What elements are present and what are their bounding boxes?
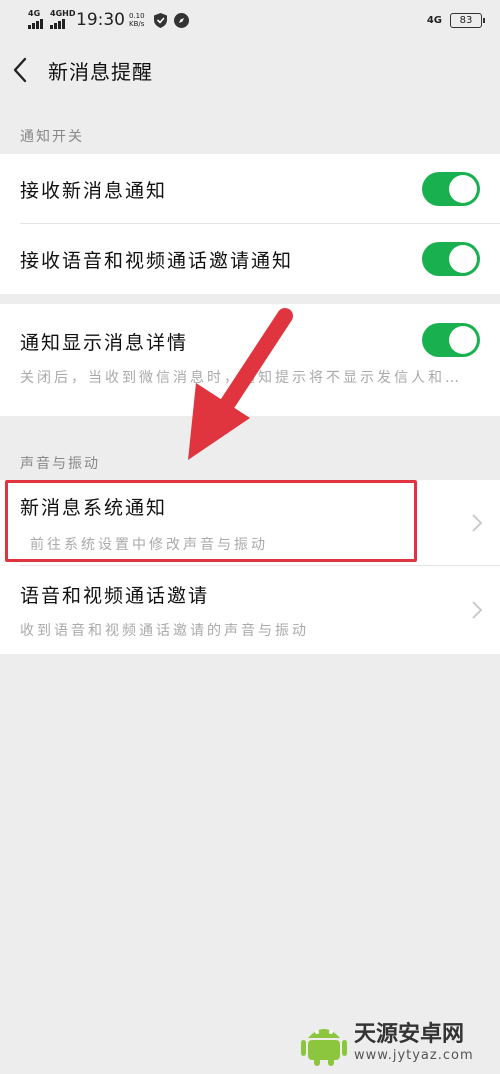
list-item-system-notification[interactable]: 新消息系统通知 前往系统设置中修改声音与振动 [0, 480, 500, 566]
speed-unit: KB/s [129, 20, 145, 28]
watermark-name: 天源安卓网 [354, 1021, 465, 1047]
speed-value: 0.10 [129, 12, 145, 20]
sim2-network-label: 4GHD [50, 9, 76, 18]
row-title: 通知显示消息详情 [20, 331, 189, 354]
chevron-right-icon [472, 514, 483, 532]
watermark-url: www.jytyaz.com [354, 1047, 474, 1063]
clock: 19:30 [76, 10, 125, 30]
watermark: 天源安卓网 www.jytyaz.com [300, 1010, 500, 1074]
row-subtitle: 前往系统设置中修改声音与振动 [30, 536, 268, 553]
chevron-right-icon [472, 601, 483, 619]
row-subtitle: 收到语音和视频通话邀请的声音与振动 [20, 622, 309, 639]
battery-level: 83 [459, 14, 473, 26]
status-bar: 4G 4GHD 19:30 0.10 KB/s 4G 83 [0, 0, 500, 40]
compass-icon [173, 12, 189, 28]
list-item-receive-new-message: 接收新消息通知 [0, 154, 500, 224]
battery-icon: 83 [450, 12, 485, 28]
page-title: 新消息提醒 [48, 59, 153, 84]
list-item-show-message-detail: 通知显示消息详情 关闭后，当收到微信消息时，通知提示将不显示发信人和… [0, 304, 500, 416]
section-label-sound-vibration: 声音与振动 [20, 456, 100, 472]
chevron-left-icon [13, 57, 27, 83]
navigation-bar: 新消息提醒 [0, 40, 500, 100]
row-subtitle: 关闭后，当收到微信消息时，通知提示将不显示发信人和… [20, 369, 462, 386]
sim1-network-label: 4G [28, 9, 41, 18]
section-label-notification-switch: 通知开关 [20, 129, 84, 145]
notification-switch-group: 接收新消息通知 接收语音和视频通话邀请通知 [0, 154, 500, 294]
row-title: 语音和视频通话邀请 [20, 584, 210, 607]
back-button[interactable] [0, 40, 48, 100]
row-title: 接收语音和视频通话邀请通知 [20, 249, 294, 272]
receive-new-message-toggle[interactable] [422, 172, 480, 206]
receive-call-invite-toggle[interactable] [422, 242, 480, 276]
notification-detail-group: 通知显示消息详情 关闭后，当收到微信消息时，通知提示将不显示发信人和… [0, 304, 500, 416]
list-item-call-invite-sound[interactable]: 语音和视频通话邀请 收到语音和视频通话邀请的声音与振动 [0, 566, 500, 654]
list-item-receive-call-invite: 接收语音和视频通话邀请通知 [0, 224, 500, 294]
android-logo-icon [301, 1029, 347, 1066]
signal-strength-icon-2: 4GHD [50, 9, 75, 29]
network-type-label: 4G [426, 14, 442, 26]
show-message-detail-toggle[interactable] [422, 323, 480, 357]
shield-icon [153, 12, 168, 28]
network-speed: 0.10 KB/s [129, 12, 145, 28]
signal-strength-icon: 4G [28, 9, 44, 29]
row-title: 接收新消息通知 [20, 179, 168, 202]
row-title: 新消息系统通知 [20, 496, 168, 519]
sound-vibration-group: 新消息系统通知 前往系统设置中修改声音与振动 语音和视频通话邀请 收到语音和视频… [0, 480, 500, 654]
